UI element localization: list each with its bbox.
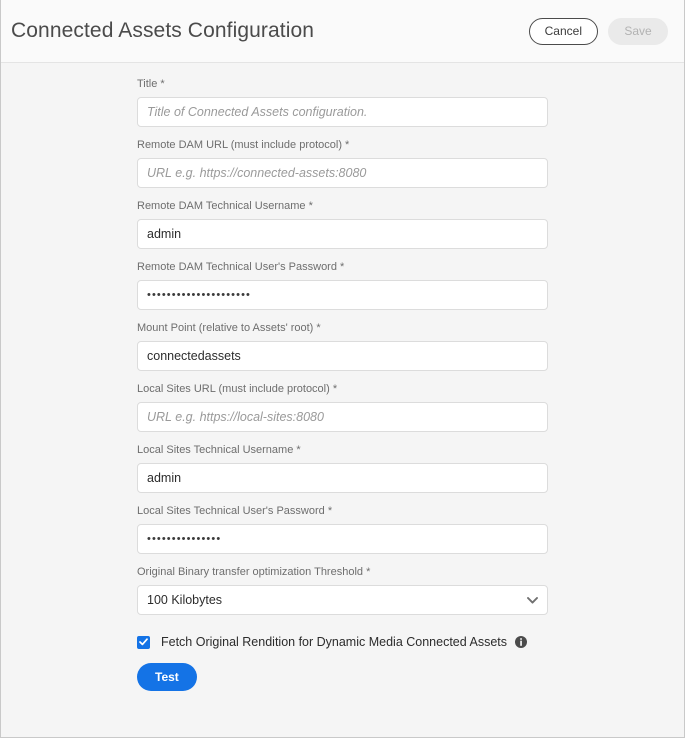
field-label-remote-dam-url: Remote DAM URL (must include protocol) * [137,138,548,152]
fetch-original-rendition-label: Fetch Original Rendition for Dynamic Med… [161,635,507,649]
header-actions: Cancel Save [529,18,668,45]
local-sites-password-input[interactable] [137,524,548,554]
threshold-select-wrap: 100 Kilobytes [137,585,548,615]
remote-dam-url-input[interactable] [137,158,548,188]
field-label-local-sites-url: Local Sites URL (must include protocol) … [137,382,548,396]
page-title: Connected Assets Configuration [11,19,314,43]
mount-point-input[interactable] [137,341,548,371]
connected-assets-configuration-window: Connected Assets Configuration Cancel Sa… [0,0,685,738]
field-remote-dam-username: Remote DAM Technical Username * [137,199,548,249]
remote-dam-password-input[interactable] [137,280,548,310]
field-label-threshold: Original Binary transfer optimization Th… [137,565,548,579]
title-input[interactable] [137,97,548,127]
field-mount-point: Mount Point (relative to Assets' root) * [137,321,548,371]
page-header: Connected Assets Configuration Cancel Sa… [1,0,684,63]
configuration-form: Title * Remote DAM URL (must include pro… [1,63,684,737]
field-remote-dam-password: Remote DAM Technical User's Password * [137,260,548,310]
field-remote-dam-url: Remote DAM URL (must include protocol) * [137,138,548,188]
fetch-original-rendition-row: Fetch Original Rendition for Dynamic Med… [137,635,548,649]
checkmark-icon [139,638,148,646]
field-title: Title * [137,77,548,127]
remote-dam-username-input[interactable] [137,219,548,249]
fetch-original-rendition-checkbox[interactable] [137,636,150,649]
field-label-title: Title * [137,77,548,91]
field-label-local-sites-username: Local Sites Technical Username * [137,443,548,457]
field-local-sites-password: Local Sites Technical User's Password * [137,504,548,554]
field-label-remote-dam-username: Remote DAM Technical Username * [137,199,548,213]
cancel-button[interactable]: Cancel [529,18,598,45]
save-button[interactable]: Save [608,18,668,45]
field-label-remote-dam-password: Remote DAM Technical User's Password * [137,260,548,274]
threshold-select[interactable]: 100 Kilobytes [137,585,548,615]
info-icon[interactable] [515,636,527,648]
field-label-mount-point: Mount Point (relative to Assets' root) * [137,321,548,335]
field-local-sites-username: Local Sites Technical Username * [137,443,548,493]
field-threshold: Original Binary transfer optimization Th… [137,565,548,615]
test-button[interactable]: Test [137,663,197,691]
local-sites-username-input[interactable] [137,463,548,493]
local-sites-url-input[interactable] [137,402,548,432]
field-local-sites-url: Local Sites URL (must include protocol) … [137,382,548,432]
field-label-local-sites-password: Local Sites Technical User's Password * [137,504,548,518]
